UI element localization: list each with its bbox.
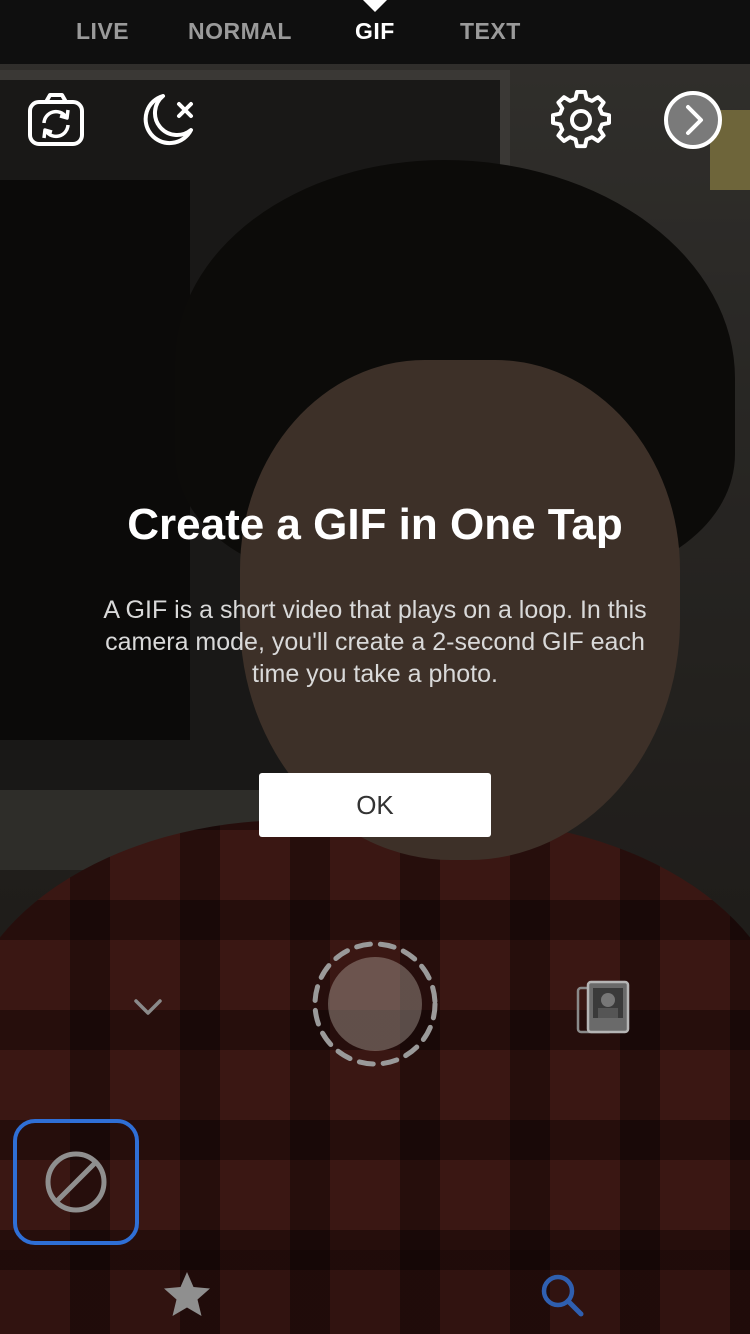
- chevron-right-circle-icon[interactable]: [663, 90, 723, 150]
- camera-screen: LIVE NORMAL GIF TEXT Create a GIF in One…: [0, 0, 750, 1334]
- tutorial-description: A GIF is a short video that plays on a l…: [103, 596, 647, 688]
- star-icon[interactable]: [160, 1268, 214, 1322]
- camera-mode-bar: LIVE NORMAL GIF TEXT: [0, 0, 750, 64]
- camera-flip-icon[interactable]: [26, 90, 86, 150]
- chevron-down-icon[interactable]: [130, 992, 166, 1022]
- shutter-button[interactable]: [311, 940, 439, 1068]
- no-effect-icon: [45, 1151, 107, 1213]
- gear-icon[interactable]: [551, 90, 611, 150]
- ok-button[interactable]: OK: [259, 773, 491, 837]
- tab-live[interactable]: LIVE: [76, 18, 129, 45]
- active-mode-pointer: [363, 0, 387, 12]
- tab-normal[interactable]: NORMAL: [188, 18, 292, 45]
- tab-gif[interactable]: GIF: [355, 18, 395, 45]
- gallery-icon[interactable]: [574, 980, 634, 1036]
- night-mode-off-icon[interactable]: [137, 90, 197, 150]
- tab-text[interactable]: TEXT: [460, 18, 521, 45]
- tutorial-title: Create a GIF in One Tap: [127, 500, 623, 549]
- no-effect-button[interactable]: [13, 1119, 139, 1245]
- effects-strip: [0, 1250, 750, 1334]
- search-icon[interactable]: [537, 1270, 587, 1320]
